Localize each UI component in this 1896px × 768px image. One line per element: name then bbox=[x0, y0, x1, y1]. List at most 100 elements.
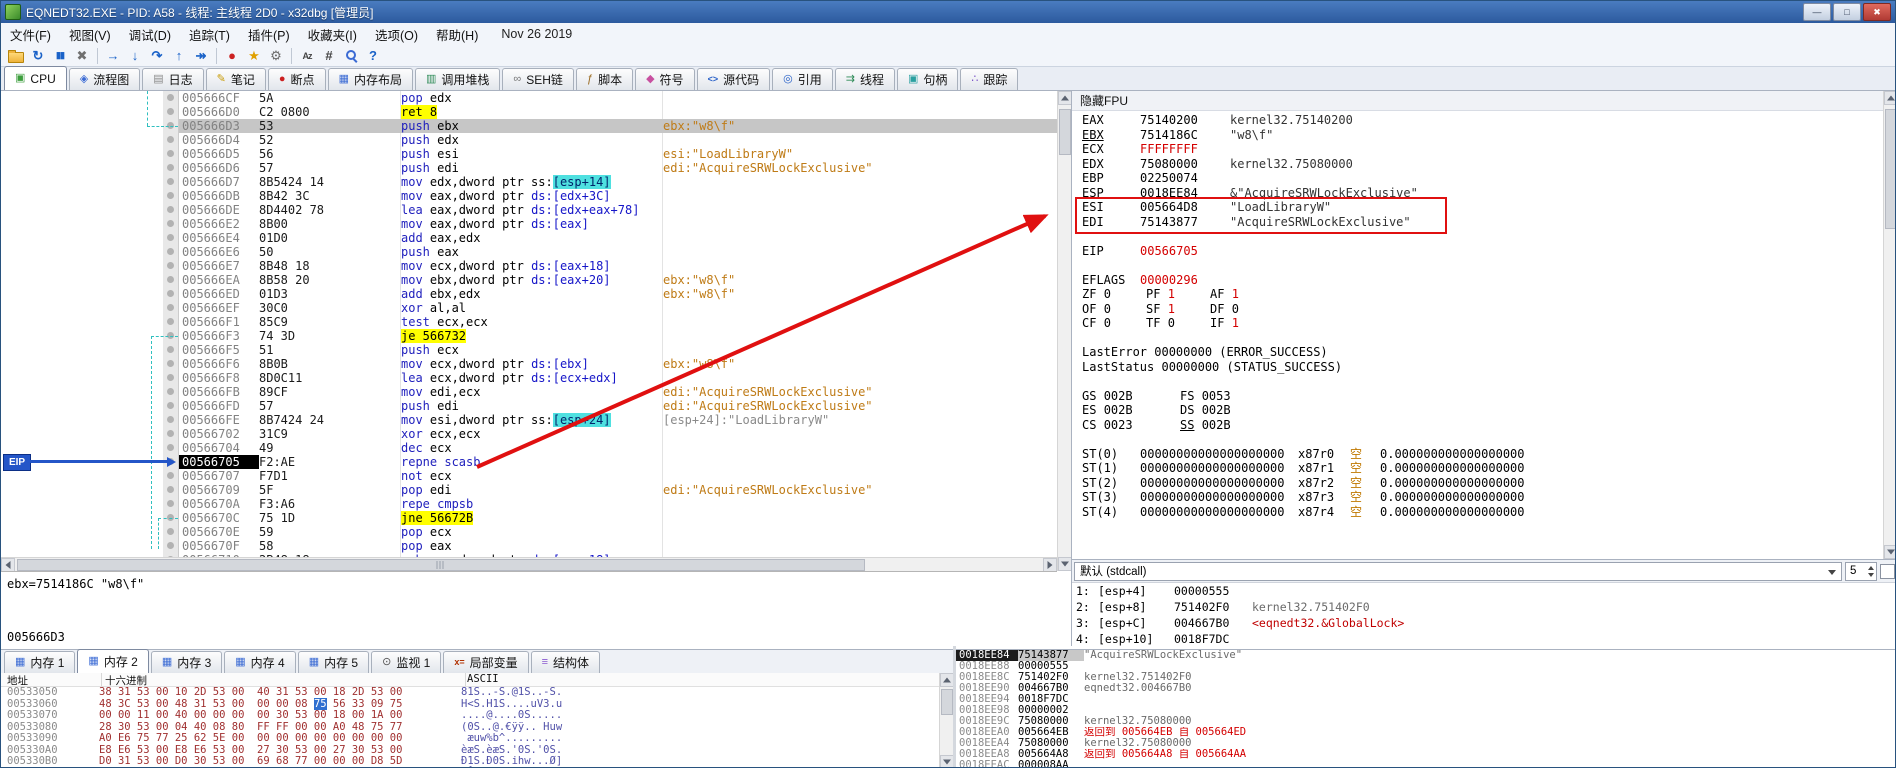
close-button[interactable]: ✖ bbox=[1863, 3, 1891, 21]
breakpoint-dot[interactable] bbox=[167, 472, 174, 479]
tab-locals[interactable]: x=局部变量 bbox=[443, 651, 528, 673]
disasm-row[interactable]: 0056670C75 1Djne 56672B bbox=[179, 511, 1057, 525]
disasm-row[interactable]: 0056670AF3:A6repe cmpsb bbox=[179, 497, 1057, 511]
tab-struct[interactable]: ≡结构体 bbox=[531, 651, 600, 673]
tab-memory-2[interactable]: ▦内存 2 bbox=[77, 649, 148, 673]
tab-handles[interactable]: ▣句柄 bbox=[897, 68, 958, 90]
stack-pane[interactable]: 0018EE8475143877"AcquireSRWLockExclusive… bbox=[956, 649, 1896, 768]
stack-row[interactable]: 0018EE9C75080000kernel32.75080000 bbox=[956, 716, 1896, 727]
search-icon[interactable] bbox=[340, 46, 362, 66]
tab-watch-1[interactable]: ⊙监视 1 bbox=[371, 651, 441, 673]
titlebar[interactable]: EQNEDT32.EXE - PID: A58 - 线程: 主线程 2D0 - … bbox=[1, 1, 1895, 23]
breakpoint-dot[interactable] bbox=[167, 234, 174, 241]
menu-favourites[interactable]: 收藏夹(I) bbox=[299, 23, 366, 45]
breakpoint-dot[interactable] bbox=[167, 136, 174, 143]
registers-vscrollbar[interactable] bbox=[1883, 91, 1896, 559]
tab-memory-5[interactable]: ▦内存 5 bbox=[298, 651, 369, 673]
disasm-row[interactable]: 005666F88D0C11lea ecx,dword ptr ds:[ecx+… bbox=[179, 371, 1057, 385]
disasm-row[interactable]: 005666F68B0Bmov ecx,dword ptr ds:[ebx]eb… bbox=[179, 357, 1057, 371]
breakpoint-dot[interactable] bbox=[167, 150, 174, 157]
stack-row[interactable]: 0018EE90004667B0eqnedt32.004667B0 bbox=[956, 683, 1896, 694]
disasm-row[interactable]: 00566707F7D1not ecx bbox=[179, 469, 1057, 483]
dump-row[interactable]: 00533090A0 E6 75 77 25 62 5E 00 00 00 00… bbox=[1, 733, 953, 745]
help-icon[interactable]: ? bbox=[362, 46, 384, 66]
fpu-register-row[interactable]: ST(0)00000000000000000000x87r0空0.0000000… bbox=[1082, 447, 1884, 462]
argument-row[interactable]: 1:[esp+4]00000555 bbox=[1072, 583, 1896, 599]
disasm-row[interactable]: 005666EF30C0xor al,al bbox=[179, 301, 1057, 315]
breakpoint-dot[interactable] bbox=[167, 290, 174, 297]
breakpoint-dot[interactable] bbox=[167, 416, 174, 423]
run-to-user-code-icon[interactable]: ↠ bbox=[190, 46, 212, 66]
register-row-esp[interactable]: ESP0018EE84&"AcquireSRWLockExclusive" bbox=[1082, 186, 1884, 201]
fpu-register-row[interactable]: ST(4)00000000000000000000x87r4空0.0000000… bbox=[1082, 505, 1884, 520]
menu-options[interactable]: 选项(O) bbox=[366, 23, 427, 45]
lock-checkbox[interactable] bbox=[1880, 564, 1895, 579]
disasm-row[interactable]: 005666E78B48 18mov ecx,dword ptr ds:[eax… bbox=[179, 259, 1057, 273]
breakpoint-dot[interactable] bbox=[167, 178, 174, 185]
dump-vscrollbar[interactable] bbox=[939, 673, 954, 768]
stack-row[interactable]: 0018EE8C751402F0kernel32.751402F0 bbox=[956, 672, 1896, 683]
register-row-eax[interactable]: EAX75140200kernel32.75140200 bbox=[1082, 113, 1884, 128]
tab-symbols[interactable]: ◆符号 bbox=[635, 68, 694, 90]
breakpoint-dot[interactable] bbox=[167, 276, 174, 283]
breakpoint-dot[interactable] bbox=[167, 94, 174, 101]
stack-row[interactable]: 0018EE8475143877"AcquireSRWLockExclusive… bbox=[956, 650, 1896, 661]
scroll-right-button[interactable] bbox=[1043, 558, 1057, 572]
disasm-row[interactable]: 005666D452push edx bbox=[179, 133, 1057, 147]
breakpoint-dot[interactable] bbox=[167, 248, 174, 255]
scroll-down-button[interactable] bbox=[940, 755, 954, 768]
disasm-vscrollbar[interactable] bbox=[1057, 91, 1072, 571]
breakpoint-dot[interactable] bbox=[167, 486, 174, 493]
breakpoint-dot[interactable] bbox=[167, 318, 174, 325]
tab-source[interactable]: <>源代码 bbox=[697, 68, 771, 90]
stack-row[interactable]: 0018EEAC000008AA bbox=[956, 760, 1896, 768]
disasm-row[interactable]: 005666DB8B42 3Cmov eax,dword ptr ds:[edx… bbox=[179, 189, 1057, 203]
disasm-row[interactable]: 005666E401D0add eax,edx bbox=[179, 231, 1057, 245]
tab-memory-3[interactable]: ▦内存 3 bbox=[151, 651, 222, 673]
step-into-icon[interactable]: ↓ bbox=[124, 46, 146, 66]
disasm-row[interactable]: 0056670F58pop eax bbox=[179, 539, 1057, 553]
breakpoint-dot[interactable] bbox=[167, 430, 174, 437]
scroll-left-button[interactable] bbox=[1, 558, 15, 572]
restart-icon[interactable]: ↻ bbox=[27, 46, 49, 66]
hash-icon[interactable]: # bbox=[318, 46, 340, 66]
disasm-row[interactable]: 0056670231C9xor ecx,ecx bbox=[179, 427, 1057, 441]
disasm-row[interactable]: 005666FB89CFmov edi,ecxedi:"AcquireSRWLo… bbox=[179, 385, 1057, 399]
tab-breakpoints[interactable]: ●断点 bbox=[268, 68, 326, 90]
scroll-up-button[interactable] bbox=[1884, 91, 1896, 105]
step-out-icon[interactable]: ↑ bbox=[168, 46, 190, 66]
breakpoint-dot[interactable] bbox=[167, 262, 174, 269]
tab-trace[interactable]: ∴跟踪 bbox=[960, 68, 1018, 90]
settings-gear-icon[interactable]: ⚙ bbox=[265, 46, 287, 66]
register-row-ecx[interactable]: ECXFFFFFFFF bbox=[1082, 142, 1884, 157]
tab-log[interactable]: ▤日志 bbox=[142, 68, 203, 90]
disasm-row[interactable]: 0056670E59pop ecx bbox=[179, 525, 1057, 539]
menu-view[interactable]: 视图(V) bbox=[60, 23, 120, 45]
status-register-row[interactable]: LastError 00000000 (ERROR_SUCCESS) bbox=[1082, 345, 1884, 360]
disasm-row[interactable]: 005666E650push eax bbox=[179, 245, 1057, 259]
disasm-row[interactable]: 005666F374 3Dje 566732 bbox=[179, 329, 1057, 343]
disassembly-pane[interactable]: 005666CF5Apop edx005666D0C2 0800ret 8 005… bbox=[1, 91, 1057, 557]
scroll-thumb[interactable] bbox=[17, 559, 865, 571]
disasm-hscrollbar[interactable] bbox=[1, 557, 1057, 572]
menu-plugins[interactable]: 插件(P) bbox=[239, 23, 299, 45]
fpu-register-row[interactable]: ST(2)00000000000000000000x87r2空0.0000000… bbox=[1082, 476, 1884, 491]
disasm-row[interactable]: 005666CF5Apop edx bbox=[179, 91, 1057, 105]
breakpoint-dot[interactable] bbox=[167, 206, 174, 213]
tab-memory-1[interactable]: ▦内存 1 bbox=[4, 651, 75, 673]
terminate-icon[interactable]: ✖ bbox=[71, 46, 93, 66]
register-row-esi[interactable]: ESI005664D8"LoadLibraryW" bbox=[1082, 200, 1884, 215]
tab-cpu[interactable]: ▣CPU bbox=[4, 66, 67, 90]
fpu-register-row[interactable]: ST(3)00000000000000000000x87r3空0.0000000… bbox=[1082, 490, 1884, 505]
tab-memory-4[interactable]: ▦内存 4 bbox=[224, 651, 295, 673]
disasm-row[interactable]: 00566705F2:AErepne scasb bbox=[179, 455, 1057, 469]
scroll-up-button[interactable] bbox=[1058, 91, 1072, 105]
breakpoint-icon[interactable]: ● bbox=[221, 46, 243, 66]
favourites-icon[interactable]: ★ bbox=[243, 46, 265, 66]
breakpoint-dot[interactable] bbox=[167, 542, 174, 549]
disasm-row[interactable]: 005666F551push ecx bbox=[179, 343, 1057, 357]
register-row-eflags[interactable]: EFLAGS00000296 bbox=[1082, 273, 1884, 288]
tab-memory-map[interactable]: ▦内存布局 bbox=[328, 68, 413, 90]
menu-help[interactable]: 帮助(H) bbox=[427, 23, 487, 45]
disasm-row[interactable]: 005666D0C2 0800ret 8 bbox=[179, 105, 1057, 119]
